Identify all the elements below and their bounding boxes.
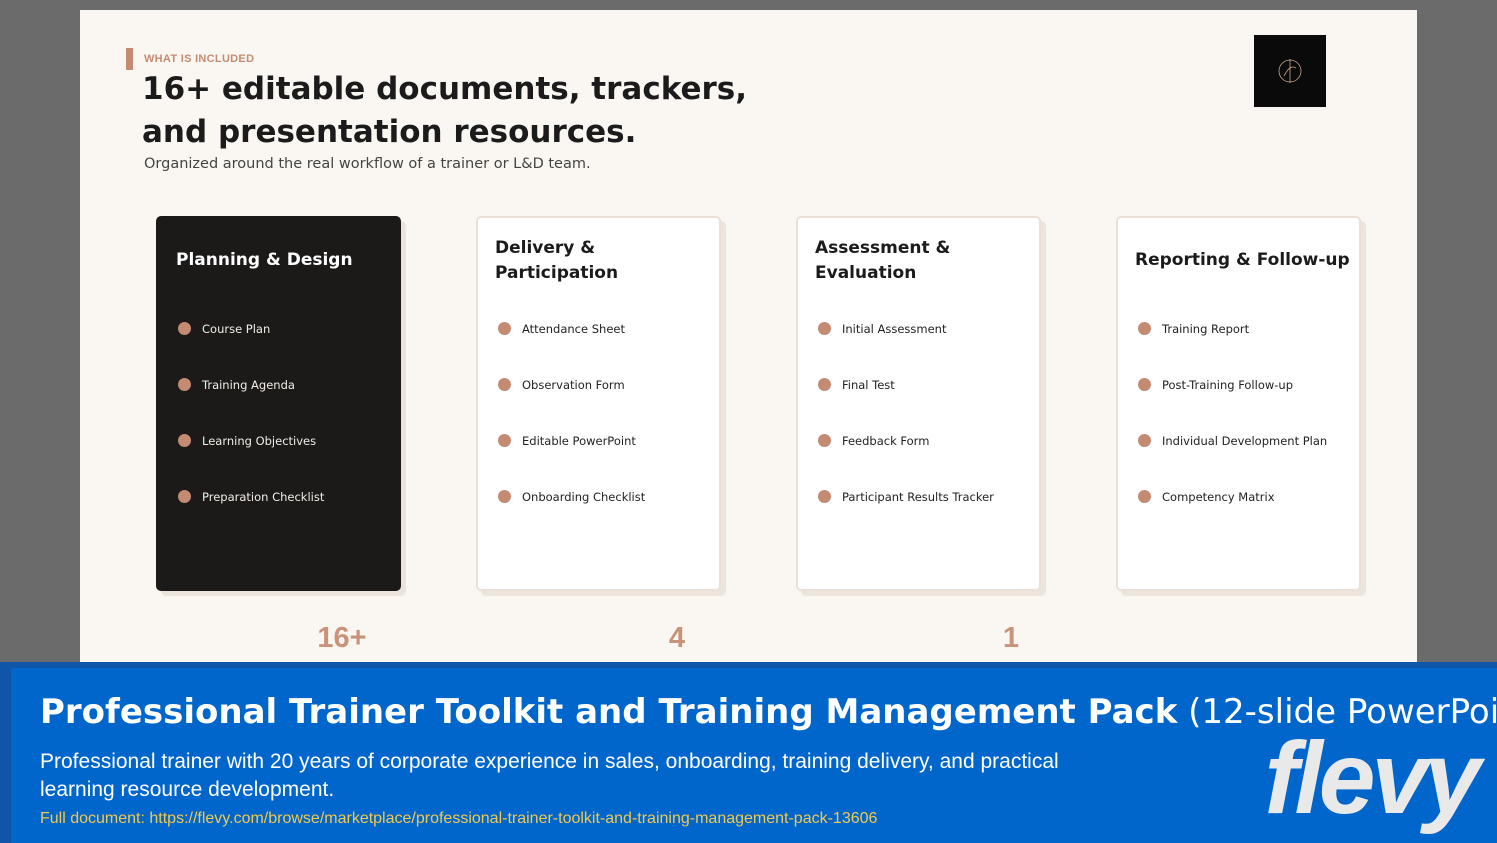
stat-stages: 4	[668, 622, 686, 654]
author-logo	[1254, 35, 1326, 107]
list-item-label: Participant Results Tracker	[842, 490, 994, 504]
card-item-list: Initial Assessment Final Test Feedback F…	[818, 322, 994, 546]
bullet-dot-icon	[818, 322, 831, 335]
list-item: Training Report	[1138, 322, 1327, 378]
bullet-dot-icon	[178, 490, 191, 503]
list-item-label: Preparation Checklist	[202, 490, 325, 504]
card-title: Reporting & Follow-up	[1135, 250, 1350, 270]
card-item-list: Attendance Sheet Observation Form Editab…	[498, 322, 645, 546]
stat-pack: 1	[1002, 622, 1020, 654]
card-title: Planning & Design	[176, 250, 353, 270]
card-planning-design: Planning & Design Course Plan Training A…	[156, 216, 401, 591]
list-item: Training Agenda	[178, 378, 324, 434]
document-link[interactable]: Full document: https://flevy.com/browse/…	[40, 810, 877, 828]
card-item-list: Training Report Post-Training Follow-up …	[1138, 322, 1327, 546]
bullet-dot-icon	[498, 434, 511, 447]
list-item: Feedback Form	[818, 434, 994, 490]
bullet-dot-icon	[818, 490, 831, 503]
product-title-main: Professional Trainer Toolkit and Trainin…	[40, 692, 1178, 732]
list-item: Learning Objectives	[178, 434, 324, 490]
list-item: Initial Assessment	[818, 322, 994, 378]
bullet-dot-icon	[1138, 490, 1151, 503]
list-item-label: Training Report	[1162, 322, 1250, 336]
list-item: Observation Form	[498, 378, 645, 434]
list-item-label: Post-Training Follow-up	[1162, 378, 1293, 392]
list-item: Individual Development Plan	[1138, 434, 1327, 490]
bullet-dot-icon	[498, 322, 511, 335]
list-item-label: Onboarding Checklist	[522, 490, 646, 504]
list-item-label: Feedback Form	[842, 434, 930, 448]
list-item-label: Observation Form	[522, 378, 625, 392]
list-item-label: Initial Assessment	[842, 322, 947, 336]
card-assessment-evaluation: Assessment & Evaluation Initial Assessme…	[796, 216, 1041, 591]
banner-panel: Professional Trainer Toolkit and Trainin…	[11, 668, 1497, 843]
bullet-dot-icon	[178, 378, 191, 391]
list-item-label: Individual Development Plan	[1162, 434, 1328, 448]
list-item: Participant Results Tracker	[818, 490, 994, 546]
flevy-logo: flevy	[1264, 721, 1481, 835]
slide-subline: Organized around the real workflow of a …	[144, 156, 591, 172]
list-item: Competency Matrix	[1138, 490, 1327, 546]
bullet-dot-icon	[818, 378, 831, 391]
list-item-label: Course Plan	[202, 322, 271, 336]
list-item-label: Editable PowerPoint	[522, 434, 636, 448]
monogram-icon	[1278, 59, 1302, 83]
product-banner: Professional Trainer Toolkit and Trainin…	[0, 662, 1497, 843]
bullet-dot-icon	[818, 434, 831, 447]
list-item: Final Test	[818, 378, 994, 434]
card-item-list: Course Plan Training Agenda Learning Obj…	[178, 322, 324, 546]
slide: WHAT IS INCLUDED 16+ editable documents,…	[80, 10, 1417, 662]
list-item: Onboarding Checklist	[498, 490, 645, 546]
list-item-label: Competency Matrix	[1162, 490, 1275, 504]
eyebrow-accent-bar	[126, 48, 133, 70]
list-item: Course Plan	[178, 322, 324, 378]
eyebrow-label: WHAT IS INCLUDED	[144, 53, 255, 65]
list-item-label: Attendance Sheet	[522, 322, 625, 336]
bullet-dot-icon	[1138, 378, 1151, 391]
list-item: Post-Training Follow-up	[1138, 378, 1327, 434]
bullet-dot-icon	[1138, 322, 1151, 335]
card-title: Delivery & Participation	[495, 237, 619, 283]
list-item: Attendance Sheet	[498, 322, 645, 378]
list-item-label: Training Agenda	[202, 378, 295, 392]
list-item: Editable PowerPoint	[498, 434, 645, 490]
product-description: Professional trainer with 20 years of co…	[40, 750, 1059, 801]
card-delivery-participation: Delivery & Participation Attendance Shee…	[476, 216, 721, 591]
bullet-dot-icon	[498, 378, 511, 391]
list-item-label: Final Test	[842, 378, 895, 392]
bullet-dot-icon	[498, 490, 511, 503]
stat-documents: 16+	[317, 622, 367, 654]
bullet-dot-icon	[1138, 434, 1151, 447]
card-reporting-followup: Reporting & Follow-up Training Report Po…	[1116, 216, 1361, 591]
card-title: Assessment & Evaluation	[815, 237, 951, 283]
bullet-dot-icon	[178, 322, 191, 335]
slide-headline: 16+ editable documents, trackers, and pr…	[142, 71, 748, 150]
list-item: Preparation Checklist	[178, 490, 324, 546]
list-item-label: Learning Objectives	[202, 434, 317, 448]
bullet-dot-icon	[178, 434, 191, 447]
